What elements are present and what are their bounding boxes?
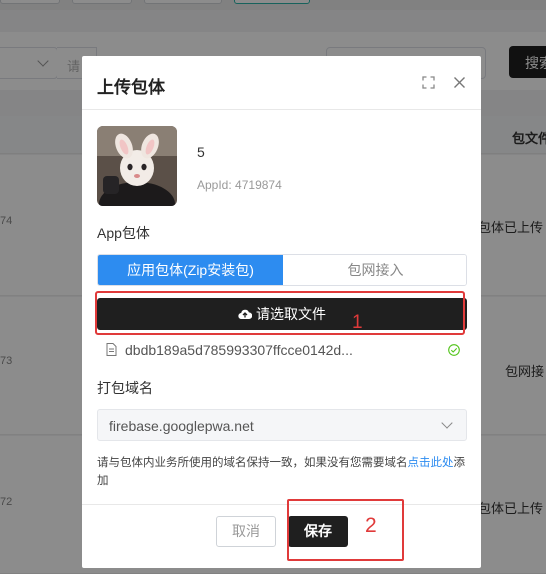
package-label: App包体 [97, 225, 150, 241]
domain-value: firebase.googlepwa.net [109, 418, 254, 434]
domain-hint: 请与包体内业务所使用的域名保持一致，如果没有您需要域名点击此处添加 [97, 454, 467, 490]
uploaded-file-item[interactable]: dbdb189a5d785993307ffcce0142d... [104, 340, 464, 360]
upload-package-dialog: 上传包体 5 AppId: 4719874 App包体 应用包体(Zip安装包)… [82, 56, 481, 568]
dialog-title: 上传包体 [97, 78, 165, 97]
tab-zip-package[interactable]: 应用包体(Zip安装包) [98, 255, 283, 285]
fullscreen-icon[interactable] [422, 76, 435, 89]
step2-annotation: 2 [365, 514, 377, 537]
app-id-value: 4719874 [235, 178, 282, 192]
domain-label: 打包域名 [97, 380, 153, 396]
app-id: AppId: 4719874 [197, 178, 282, 192]
file-name: dbdb189a5d785993307ffcce0142d... [125, 342, 353, 358]
tab-package-web[interactable]: 包网接入 [283, 255, 466, 285]
app-id-label: AppId: [197, 178, 232, 192]
chevron-down-icon [441, 417, 453, 429]
add-domain-link[interactable]: 点击此处 [408, 457, 454, 469]
close-icon[interactable] [453, 76, 466, 89]
app-icon-image [97, 126, 177, 206]
step1-annotation: 1 [352, 312, 363, 333]
document-icon [106, 343, 117, 356]
package-type-tabs: 应用包体(Zip安装包) 包网接入 [97, 254, 467, 286]
domain-select[interactable]: firebase.googlepwa.net [97, 409, 467, 441]
dialog-header: 上传包体 [82, 56, 481, 110]
app-name: 5 [197, 144, 205, 160]
dialog-footer: 取消 保存 [82, 504, 481, 568]
highlight-box-step2 [287, 499, 404, 561]
cancel-button[interactable]: 取消 [216, 516, 276, 547]
hint-text: 请与包体内业务所使用的域名保持一致，如果没有您需要域名 [97, 457, 408, 469]
success-check-icon [448, 344, 460, 356]
highlight-box-step1 [95, 291, 465, 335]
